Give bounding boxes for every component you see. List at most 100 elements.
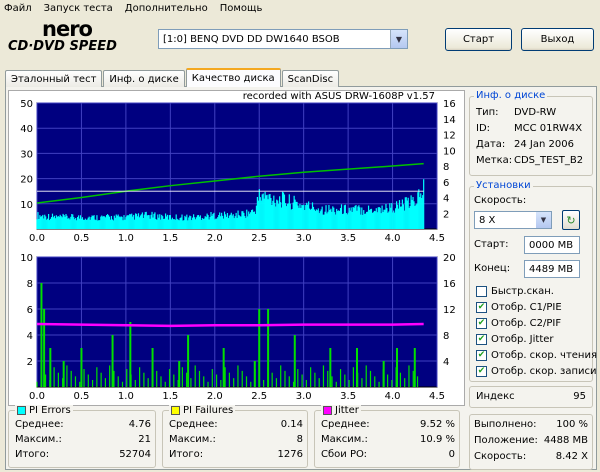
pi-errors-total-label: Итого: (15, 449, 50, 460)
pi-failures-max: 8 (296, 434, 303, 445)
done-value: 100 % (556, 419, 588, 430)
jitter-max: 10.9 % (420, 434, 455, 445)
plot-background (36, 102, 438, 230)
end-input[interactable]: 4489 MB (524, 260, 580, 278)
drive-select-value: [1:0] BENQ DVD DD DW1640 BSOB (163, 33, 340, 45)
check-icon[interactable]: ✔ (476, 302, 487, 313)
disc-type-label: Тип: (476, 107, 499, 118)
y-tick-label-left: 20 (20, 175, 33, 186)
show-jitter-checkbox[interactable]: ✔ Отобр. Jitter (476, 333, 554, 346)
menu-help[interactable]: Помощь (220, 3, 263, 14)
y-tick-label-left: 8 (27, 279, 33, 290)
nero-logo: nero CD·DVD SPEED (8, 19, 158, 57)
disc-id: MCC 01RW4X (514, 123, 583, 134)
menu-run-test[interactable]: Запуск теста (44, 3, 113, 14)
speed-select[interactable]: 8 X ▼ (474, 211, 552, 229)
disc-info-title: Инф. о диске (474, 90, 548, 101)
y-tick-label-right: 6 (443, 178, 449, 189)
y-tick-label-left: 50 (20, 99, 33, 110)
start-button[interactable]: Старт (445, 28, 512, 51)
y-tick-label-right: 12 (443, 131, 456, 142)
show-c1-checkbox[interactable]: ✔ Отобр. C1/PIE (476, 301, 562, 314)
pi-failures-avg: 0.14 (280, 419, 303, 430)
x-tick-label: 0.0 (29, 391, 45, 402)
quality-charts: 0.0 0.5 1.0 1.5 2.0 2.5 3.0 3.5 4.0 4.5 50 40 30 20 10… (20, 91, 456, 402)
quick-scan-checkbox[interactable]: Быстр.скан. (476, 285, 554, 298)
pi-errors-group: PI Errors Среднее: 4.76 Максим.: 21 Итого:… (8, 405, 156, 468)
show-read-speed-checkbox[interactable]: ✔ Отобр. скор. чтения (476, 349, 597, 362)
tab-disc-quality[interactable]: Качество диска (185, 68, 281, 87)
y-tick-label-right: 8 (443, 162, 449, 173)
x-tick-label: 4.0 (385, 233, 401, 244)
index-label: Индекс (476, 391, 515, 402)
menu-file[interactable]: Файл (4, 3, 32, 14)
pi-errors-max-label: Максим.: (15, 434, 62, 445)
pi-failures-total-label: Итого: (169, 449, 204, 460)
pi-failures-avg-label: Среднее: (169, 419, 218, 430)
pi-errors-avg-label: Среднее: (15, 419, 64, 430)
y-tick-label-left: 30 (20, 149, 33, 160)
jitter-swatch (323, 406, 332, 415)
show-read-speed-label: Отобр. скор. чтения (491, 350, 597, 361)
drive-select[interactable]: [1:0] BENQ DVD DD DW1640 BSOB ▼ (158, 29, 408, 49)
y-tick-label-left: 6 (27, 305, 33, 316)
menu-extra[interactable]: Дополнительно (125, 3, 208, 14)
y-tick-label-right: 16 (443, 279, 456, 290)
y-tick-label-right: 8 (443, 331, 449, 342)
progress-speed-label: Скорость: (474, 451, 527, 462)
pi-failures-group: PI Failures Среднее: 0.14 Максим.: 8 Итого… (162, 405, 308, 468)
x-tick-label: 3.5 (340, 391, 356, 402)
x-tick-label: 4.0 (385, 391, 401, 402)
y-tick-label-right: 2 (443, 209, 449, 220)
chart-title: recorded with ASUS DRW-1608P v1.57 (243, 91, 435, 102)
chart-area: 0.0 0.5 1.0 1.5 2.0 2.5 3.0 3.5 4.0 4.5 50 40 30 20 10… (8, 90, 465, 406)
disc-date: 24 Jan 2006 (514, 139, 574, 150)
show-write-speed-checkbox[interactable]: ✔ Отобр. скор. записи (476, 365, 597, 378)
pi-errors-total: 52704 (119, 449, 151, 460)
tab-scandisc[interactable]: ScanDisc (281, 70, 340, 87)
y-tick-label-left: 10 (20, 200, 33, 211)
exit-button[interactable]: Выход (521, 28, 594, 51)
progress-speed-value: 8.42 X (555, 451, 588, 462)
show-c2-checkbox[interactable]: ✔ Отобр. C2/PIF (476, 317, 561, 330)
position-label: Положение: (474, 435, 538, 446)
stats-row: PI Errors Среднее: 4.76 Максим.: 21 Итого:… (8, 405, 465, 470)
check-icon[interactable]: ✔ (476, 334, 487, 345)
x-tick-label: 3.0 (296, 391, 312, 402)
quick-scan-check[interactable] (476, 286, 487, 297)
x-tick-label: 2.5 (251, 233, 267, 244)
start-input[interactable]: 0000 MB (524, 236, 580, 254)
start-label: Старт: (474, 239, 509, 250)
y-tick-label-left: 40 (20, 124, 33, 135)
quick-scan-label: Быстр.скан. (491, 286, 554, 297)
check-icon[interactable]: ✔ (476, 318, 487, 329)
settings-title: Установки (474, 180, 533, 191)
x-tick-label: 3.5 (340, 233, 356, 244)
y-tick-label-right: 16 (443, 99, 456, 110)
x-tick-label: 2.0 (207, 233, 223, 244)
x-tick-label: 3.0 (296, 233, 312, 244)
tab-strip: Эталонный тест Инф. о диске Качество дис… (5, 68, 340, 87)
chevron-down-icon[interactable]: ▼ (536, 212, 551, 228)
jitter-avg: 9.52 % (420, 419, 455, 430)
y-tick-label-right: 20 (443, 253, 456, 264)
pi-errors-avg: 4.76 (128, 419, 151, 430)
chevron-down-icon[interactable]: ▼ (390, 30, 407, 48)
pi-failures-total: 1276 (277, 449, 303, 460)
logo-speed-text: CD·DVD SPEED (8, 39, 117, 54)
index-value: 95 (573, 391, 586, 402)
po-failures-label: Сбои PO: (321, 449, 368, 460)
check-icon[interactable]: ✔ (476, 350, 487, 361)
tab-disc-info[interactable]: Инф. о диске (103, 70, 185, 87)
check-icon[interactable]: ✔ (476, 366, 487, 377)
y-tick-label-right: 14 (443, 115, 456, 126)
menu-bar: Файл Запуск теста Дополнительно Помощь (0, 0, 600, 17)
pi-errors-swatch (17, 406, 26, 415)
tab-benchmark[interactable]: Эталонный тест (5, 70, 103, 87)
disc-info-box: Инф. о диске Тип: DVD-RW ID: MCC 01RW4X … (469, 90, 593, 176)
settings-box: Установки Скорость: 8 X ▼ ↻ Старт: 0000 … (469, 180, 597, 382)
y-tick-label-right: 12 (443, 305, 456, 316)
refresh-icon[interactable]: ↻ (562, 210, 580, 230)
jitter-avg-label: Среднее: (321, 419, 370, 430)
done-label: Выполнено: (474, 419, 537, 430)
